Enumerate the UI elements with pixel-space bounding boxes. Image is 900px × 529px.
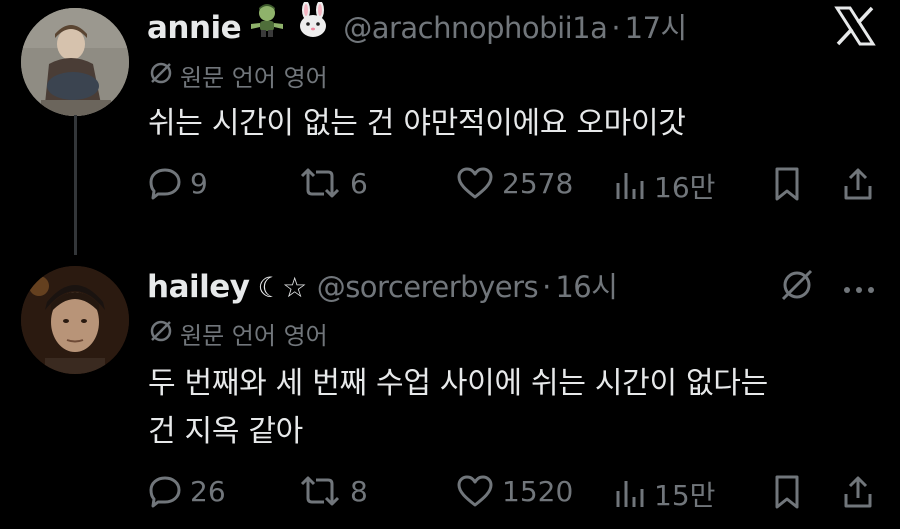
post-text: 두 번째와 세 번째 수업 사이에 쉬는 시간이 없다는 건 지옥 같아 (148, 360, 768, 456)
rabbit-emoji (293, 1, 333, 42)
share-button[interactable] (842, 474, 874, 510)
post-header: annie @arachnophobii1a · 17시 (147, 1, 688, 47)
translate-note[interactable]: 원문 언어 영어 (148, 316, 328, 351)
post-header: hailey ☾☆ @sorcererbyers · 16시 (147, 264, 618, 306)
avatar-annie-image (21, 8, 129, 116)
avatar-annie[interactable] (21, 8, 129, 116)
like-icon (456, 166, 494, 200)
timestamp[interactable]: 17시 (625, 5, 688, 47)
translate-icon (148, 318, 174, 350)
display-name[interactable]: annie (147, 10, 242, 46)
share-icon (842, 166, 874, 202)
like-count: 1520 (502, 474, 574, 508)
display-name[interactable]: hailey (147, 269, 250, 305)
like-count: 2578 (502, 166, 574, 200)
reply-icon (148, 166, 182, 200)
action-bar: 26 8 1520 15만 (148, 474, 900, 514)
action-bar: 9 6 2578 16만 (148, 166, 900, 206)
bookmark-icon (772, 166, 802, 202)
like-button[interactable]: 2578 (456, 166, 573, 200)
thread-line (74, 115, 77, 255)
translate-note[interactable]: 원문 언어 영어 (148, 58, 328, 93)
bookmark-button[interactable] (772, 474, 802, 510)
views-icon (614, 169, 646, 203)
share-icon (842, 474, 874, 510)
separator-dot: · (611, 11, 621, 45)
views-count: 16만 (654, 171, 716, 204)
timestamp[interactable]: 16시 (555, 264, 618, 306)
reply-button[interactable]: 26 (148, 474, 226, 508)
post-annie[interactable]: annie @arachnophobii1a · 17시 원문 언어 영어 쉬는… (0, 0, 900, 255)
translate-label: 원문 언어 영어 (180, 64, 328, 92)
bookmark-button[interactable] (772, 166, 802, 202)
reply-icon (148, 474, 182, 508)
views-button[interactable]: 15만 (614, 474, 715, 514)
repost-button[interactable]: 8 (298, 474, 368, 508)
translate-icon (148, 60, 174, 92)
reply-count: 26 (190, 474, 226, 508)
bookmark-icon (772, 474, 802, 510)
repost-icon (298, 474, 342, 508)
reply-button[interactable]: 9 (148, 166, 208, 200)
post-hailey[interactable]: hailey ☾☆ @sorcererbyers · 16시 원문 언어 영어 … (0, 250, 900, 529)
grok-icon[interactable] (778, 266, 816, 308)
views-button[interactable]: 16만 (614, 166, 715, 206)
name-suffix: ☾☆ (257, 271, 307, 304)
handle[interactable]: @arachnophobii1a (343, 11, 608, 45)
repost-count: 6 (350, 166, 368, 200)
zombie-emoji (247, 2, 287, 42)
post-text-line: 쉬는 시간이 없는 건 야만적이에요 오마이갓 (148, 106, 686, 141)
post-text-line: 두 번째와 세 번째 수업 사이에 쉬는 시간이 없다는 (148, 366, 768, 401)
handle[interactable]: @sorcererbyers (317, 270, 539, 304)
avatar-hailey-image (21, 266, 129, 374)
avatar-hailey[interactable] (21, 266, 129, 374)
repost-count: 8 (350, 474, 368, 508)
views-count: 15만 (654, 479, 716, 512)
more-icon[interactable] (842, 280, 876, 299)
share-button[interactable] (842, 166, 874, 202)
like-button[interactable]: 1520 (456, 474, 573, 508)
post-text-line: 건 지옥 같아 (148, 414, 303, 449)
like-icon (456, 474, 494, 508)
post-text: 쉬는 시간이 없는 건 야만적이에요 오마이갓 (148, 100, 686, 148)
separator-dot: · (542, 270, 552, 304)
reply-count: 9 (190, 166, 208, 200)
translate-label: 원문 언어 영어 (180, 322, 328, 350)
repost-icon (298, 166, 342, 200)
views-icon (614, 477, 646, 511)
x-logo-icon[interactable] (834, 6, 876, 50)
repost-button[interactable]: 6 (298, 166, 368, 200)
